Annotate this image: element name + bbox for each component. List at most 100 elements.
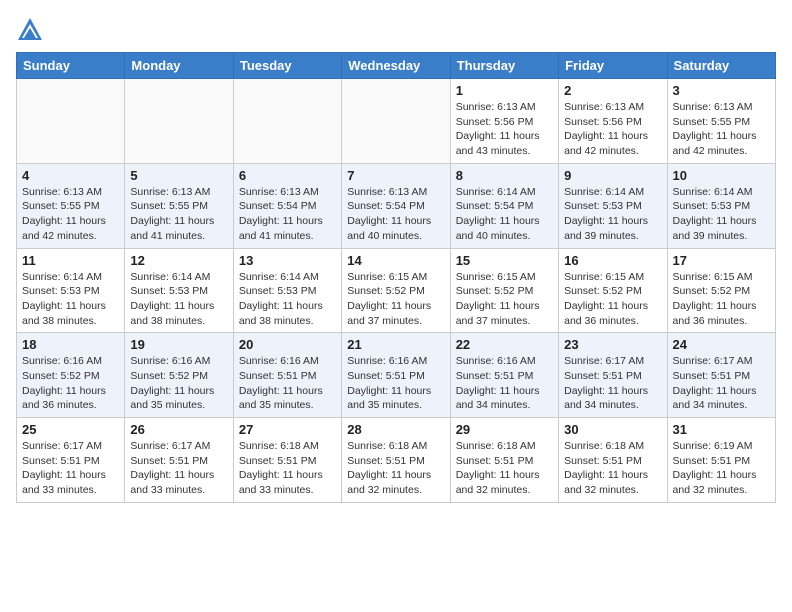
day-cell-11: 11 Sunrise: 6:14 AM Sunset: 5:53 PM Dayli…: [17, 248, 125, 333]
day-number: 22: [456, 337, 553, 352]
week-row-4: 18 Sunrise: 6:16 AM Sunset: 5:52 PM Dayli…: [17, 333, 776, 418]
day-info: Sunrise: 6:15 AM Sunset: 5:52 PM Dayligh…: [673, 270, 770, 329]
day-cell-18: 18 Sunrise: 6:16 AM Sunset: 5:52 PM Dayli…: [17, 333, 125, 418]
day-info: Sunrise: 6:18 AM Sunset: 5:51 PM Dayligh…: [456, 439, 553, 498]
day-number: 11: [22, 253, 119, 268]
day-number: 1: [456, 83, 553, 98]
logo-icon: [16, 16, 44, 44]
day-info: Sunrise: 6:13 AM Sunset: 5:56 PM Dayligh…: [456, 100, 553, 159]
day-header-tuesday: Tuesday: [233, 53, 341, 79]
day-info: Sunrise: 6:15 AM Sunset: 5:52 PM Dayligh…: [564, 270, 661, 329]
day-cell-5: 5 Sunrise: 6:13 AM Sunset: 5:55 PM Daylig…: [125, 163, 233, 248]
calendar-table: SundayMondayTuesdayWednesdayThursdayFrid…: [16, 52, 776, 503]
day-header-monday: Monday: [125, 53, 233, 79]
day-info: Sunrise: 6:14 AM Sunset: 5:53 PM Dayligh…: [564, 185, 661, 244]
day-cell-25: 25Sunrise: 6:17 AM Sunset: 5:51 PM Dayli…: [17, 418, 125, 503]
day-cell-4: 4 Sunrise: 6:13 AM Sunset: 5:55 PM Daylig…: [17, 163, 125, 248]
day-cell-21: 21 Sunrise: 6:16 AM Sunset: 5:51 PM Dayli…: [342, 333, 450, 418]
day-number: 13: [239, 253, 336, 268]
day-info: Sunrise: 6:14 AM Sunset: 5:53 PM Dayligh…: [130, 270, 227, 329]
day-number: 7: [347, 168, 444, 183]
day-cell-23: 23 Sunrise: 6:17 AM Sunset: 5:51 PM Dayli…: [559, 333, 667, 418]
day-info: Sunrise: 6:13 AM Sunset: 5:55 PM Dayligh…: [673, 100, 770, 159]
day-cell-28: 28Sunrise: 6:18 AM Sunset: 5:51 PM Dayli…: [342, 418, 450, 503]
empty-cell: [125, 79, 233, 164]
day-info: Sunrise: 6:19 AM Sunset: 5:51 PM Dayligh…: [673, 439, 770, 498]
day-number: 18: [22, 337, 119, 352]
day-number: 14: [347, 253, 444, 268]
day-cell-3: 3Sunrise: 6:13 AM Sunset: 5:55 PM Daylig…: [667, 79, 775, 164]
week-row-1: 1 Sunrise: 6:13 AM Sunset: 5:56 PM Daylig…: [17, 79, 776, 164]
day-headers-row: SundayMondayTuesdayWednesdayThursdayFrid…: [17, 53, 776, 79]
day-info: Sunrise: 6:16 AM Sunset: 5:51 PM Dayligh…: [347, 354, 444, 413]
day-cell-1: 1 Sunrise: 6:13 AM Sunset: 5:56 PM Daylig…: [450, 79, 558, 164]
day-number: 20: [239, 337, 336, 352]
day-info: Sunrise: 6:16 AM Sunset: 5:51 PM Dayligh…: [456, 354, 553, 413]
day-info: Sunrise: 6:16 AM Sunset: 5:52 PM Dayligh…: [130, 354, 227, 413]
day-cell-22: 22 Sunrise: 6:16 AM Sunset: 5:51 PM Dayli…: [450, 333, 558, 418]
day-header-friday: Friday: [559, 53, 667, 79]
day-cell-8: 8 Sunrise: 6:14 AM Sunset: 5:54 PM Daylig…: [450, 163, 558, 248]
day-cell-31: 31 Sunrise: 6:19 AM Sunset: 5:51 PM Dayli…: [667, 418, 775, 503]
day-number: 5: [130, 168, 227, 183]
day-info: Sunrise: 6:16 AM Sunset: 5:51 PM Dayligh…: [239, 354, 336, 413]
day-info: Sunrise: 6:17 AM Sunset: 5:51 PM Dayligh…: [22, 439, 119, 498]
day-cell-9: 9Sunrise: 6:14 AM Sunset: 5:53 PM Daylig…: [559, 163, 667, 248]
day-header-thursday: Thursday: [450, 53, 558, 79]
day-info: Sunrise: 6:15 AM Sunset: 5:52 PM Dayligh…: [347, 270, 444, 329]
day-cell-6: 6 Sunrise: 6:13 AM Sunset: 5:54 PM Daylig…: [233, 163, 341, 248]
week-row-3: 11 Sunrise: 6:14 AM Sunset: 5:53 PM Dayli…: [17, 248, 776, 333]
day-number: 2: [564, 83, 661, 98]
day-cell-19: 19Sunrise: 6:16 AM Sunset: 5:52 PM Dayli…: [125, 333, 233, 418]
day-number: 23: [564, 337, 661, 352]
week-row-2: 4 Sunrise: 6:13 AM Sunset: 5:55 PM Daylig…: [17, 163, 776, 248]
day-number: 30: [564, 422, 661, 437]
day-info: Sunrise: 6:14 AM Sunset: 5:53 PM Dayligh…: [239, 270, 336, 329]
day-number: 26: [130, 422, 227, 437]
day-cell-2: 2Sunrise: 6:13 AM Sunset: 5:56 PM Daylig…: [559, 79, 667, 164]
day-number: 8: [456, 168, 553, 183]
day-cell-29: 29 Sunrise: 6:18 AM Sunset: 5:51 PM Dayli…: [450, 418, 558, 503]
day-cell-16: 16 Sunrise: 6:15 AM Sunset: 5:52 PM Dayli…: [559, 248, 667, 333]
day-cell-14: 14 Sunrise: 6:15 AM Sunset: 5:52 PM Dayli…: [342, 248, 450, 333]
day-number: 10: [673, 168, 770, 183]
day-number: 21: [347, 337, 444, 352]
day-number: 15: [456, 253, 553, 268]
day-number: 16: [564, 253, 661, 268]
day-cell-30: 30 Sunrise: 6:18 AM Sunset: 5:51 PM Dayli…: [559, 418, 667, 503]
day-number: 12: [130, 253, 227, 268]
empty-cell: [233, 79, 341, 164]
day-number: 29: [456, 422, 553, 437]
day-number: 6: [239, 168, 336, 183]
day-info: Sunrise: 6:14 AM Sunset: 5:53 PM Dayligh…: [673, 185, 770, 244]
day-cell-12: 12 Sunrise: 6:14 AM Sunset: 5:53 PM Dayli…: [125, 248, 233, 333]
day-cell-13: 13 Sunrise: 6:14 AM Sunset: 5:53 PM Dayli…: [233, 248, 341, 333]
day-info: Sunrise: 6:13 AM Sunset: 5:55 PM Dayligh…: [130, 185, 227, 244]
logo: [16, 16, 48, 44]
week-row-5: 25Sunrise: 6:17 AM Sunset: 5:51 PM Dayli…: [17, 418, 776, 503]
day-info: Sunrise: 6:14 AM Sunset: 5:54 PM Dayligh…: [456, 185, 553, 244]
day-number: 31: [673, 422, 770, 437]
day-info: Sunrise: 6:14 AM Sunset: 5:53 PM Dayligh…: [22, 270, 119, 329]
empty-cell: [17, 79, 125, 164]
day-cell-24: 24 Sunrise: 6:17 AM Sunset: 5:51 PM Dayli…: [667, 333, 775, 418]
day-cell-26: 26Sunrise: 6:17 AM Sunset: 5:51 PM Dayli…: [125, 418, 233, 503]
day-info: Sunrise: 6:18 AM Sunset: 5:51 PM Dayligh…: [564, 439, 661, 498]
day-info: Sunrise: 6:17 AM Sunset: 5:51 PM Dayligh…: [564, 354, 661, 413]
day-cell-10: 10 Sunrise: 6:14 AM Sunset: 5:53 PM Dayli…: [667, 163, 775, 248]
day-number: 27: [239, 422, 336, 437]
empty-cell: [342, 79, 450, 164]
day-cell-27: 27Sunrise: 6:18 AM Sunset: 5:51 PM Dayli…: [233, 418, 341, 503]
day-cell-17: 17Sunrise: 6:15 AM Sunset: 5:52 PM Dayli…: [667, 248, 775, 333]
day-number: 24: [673, 337, 770, 352]
day-header-sunday: Sunday: [17, 53, 125, 79]
day-number: 28: [347, 422, 444, 437]
day-info: Sunrise: 6:13 AM Sunset: 5:55 PM Dayligh…: [22, 185, 119, 244]
day-info: Sunrise: 6:15 AM Sunset: 5:52 PM Dayligh…: [456, 270, 553, 329]
day-number: 4: [22, 168, 119, 183]
day-info: Sunrise: 6:13 AM Sunset: 5:54 PM Dayligh…: [239, 185, 336, 244]
day-header-wednesday: Wednesday: [342, 53, 450, 79]
day-cell-20: 20 Sunrise: 6:16 AM Sunset: 5:51 PM Dayli…: [233, 333, 341, 418]
day-info: Sunrise: 6:17 AM Sunset: 5:51 PM Dayligh…: [673, 354, 770, 413]
day-info: Sunrise: 6:16 AM Sunset: 5:52 PM Dayligh…: [22, 354, 119, 413]
